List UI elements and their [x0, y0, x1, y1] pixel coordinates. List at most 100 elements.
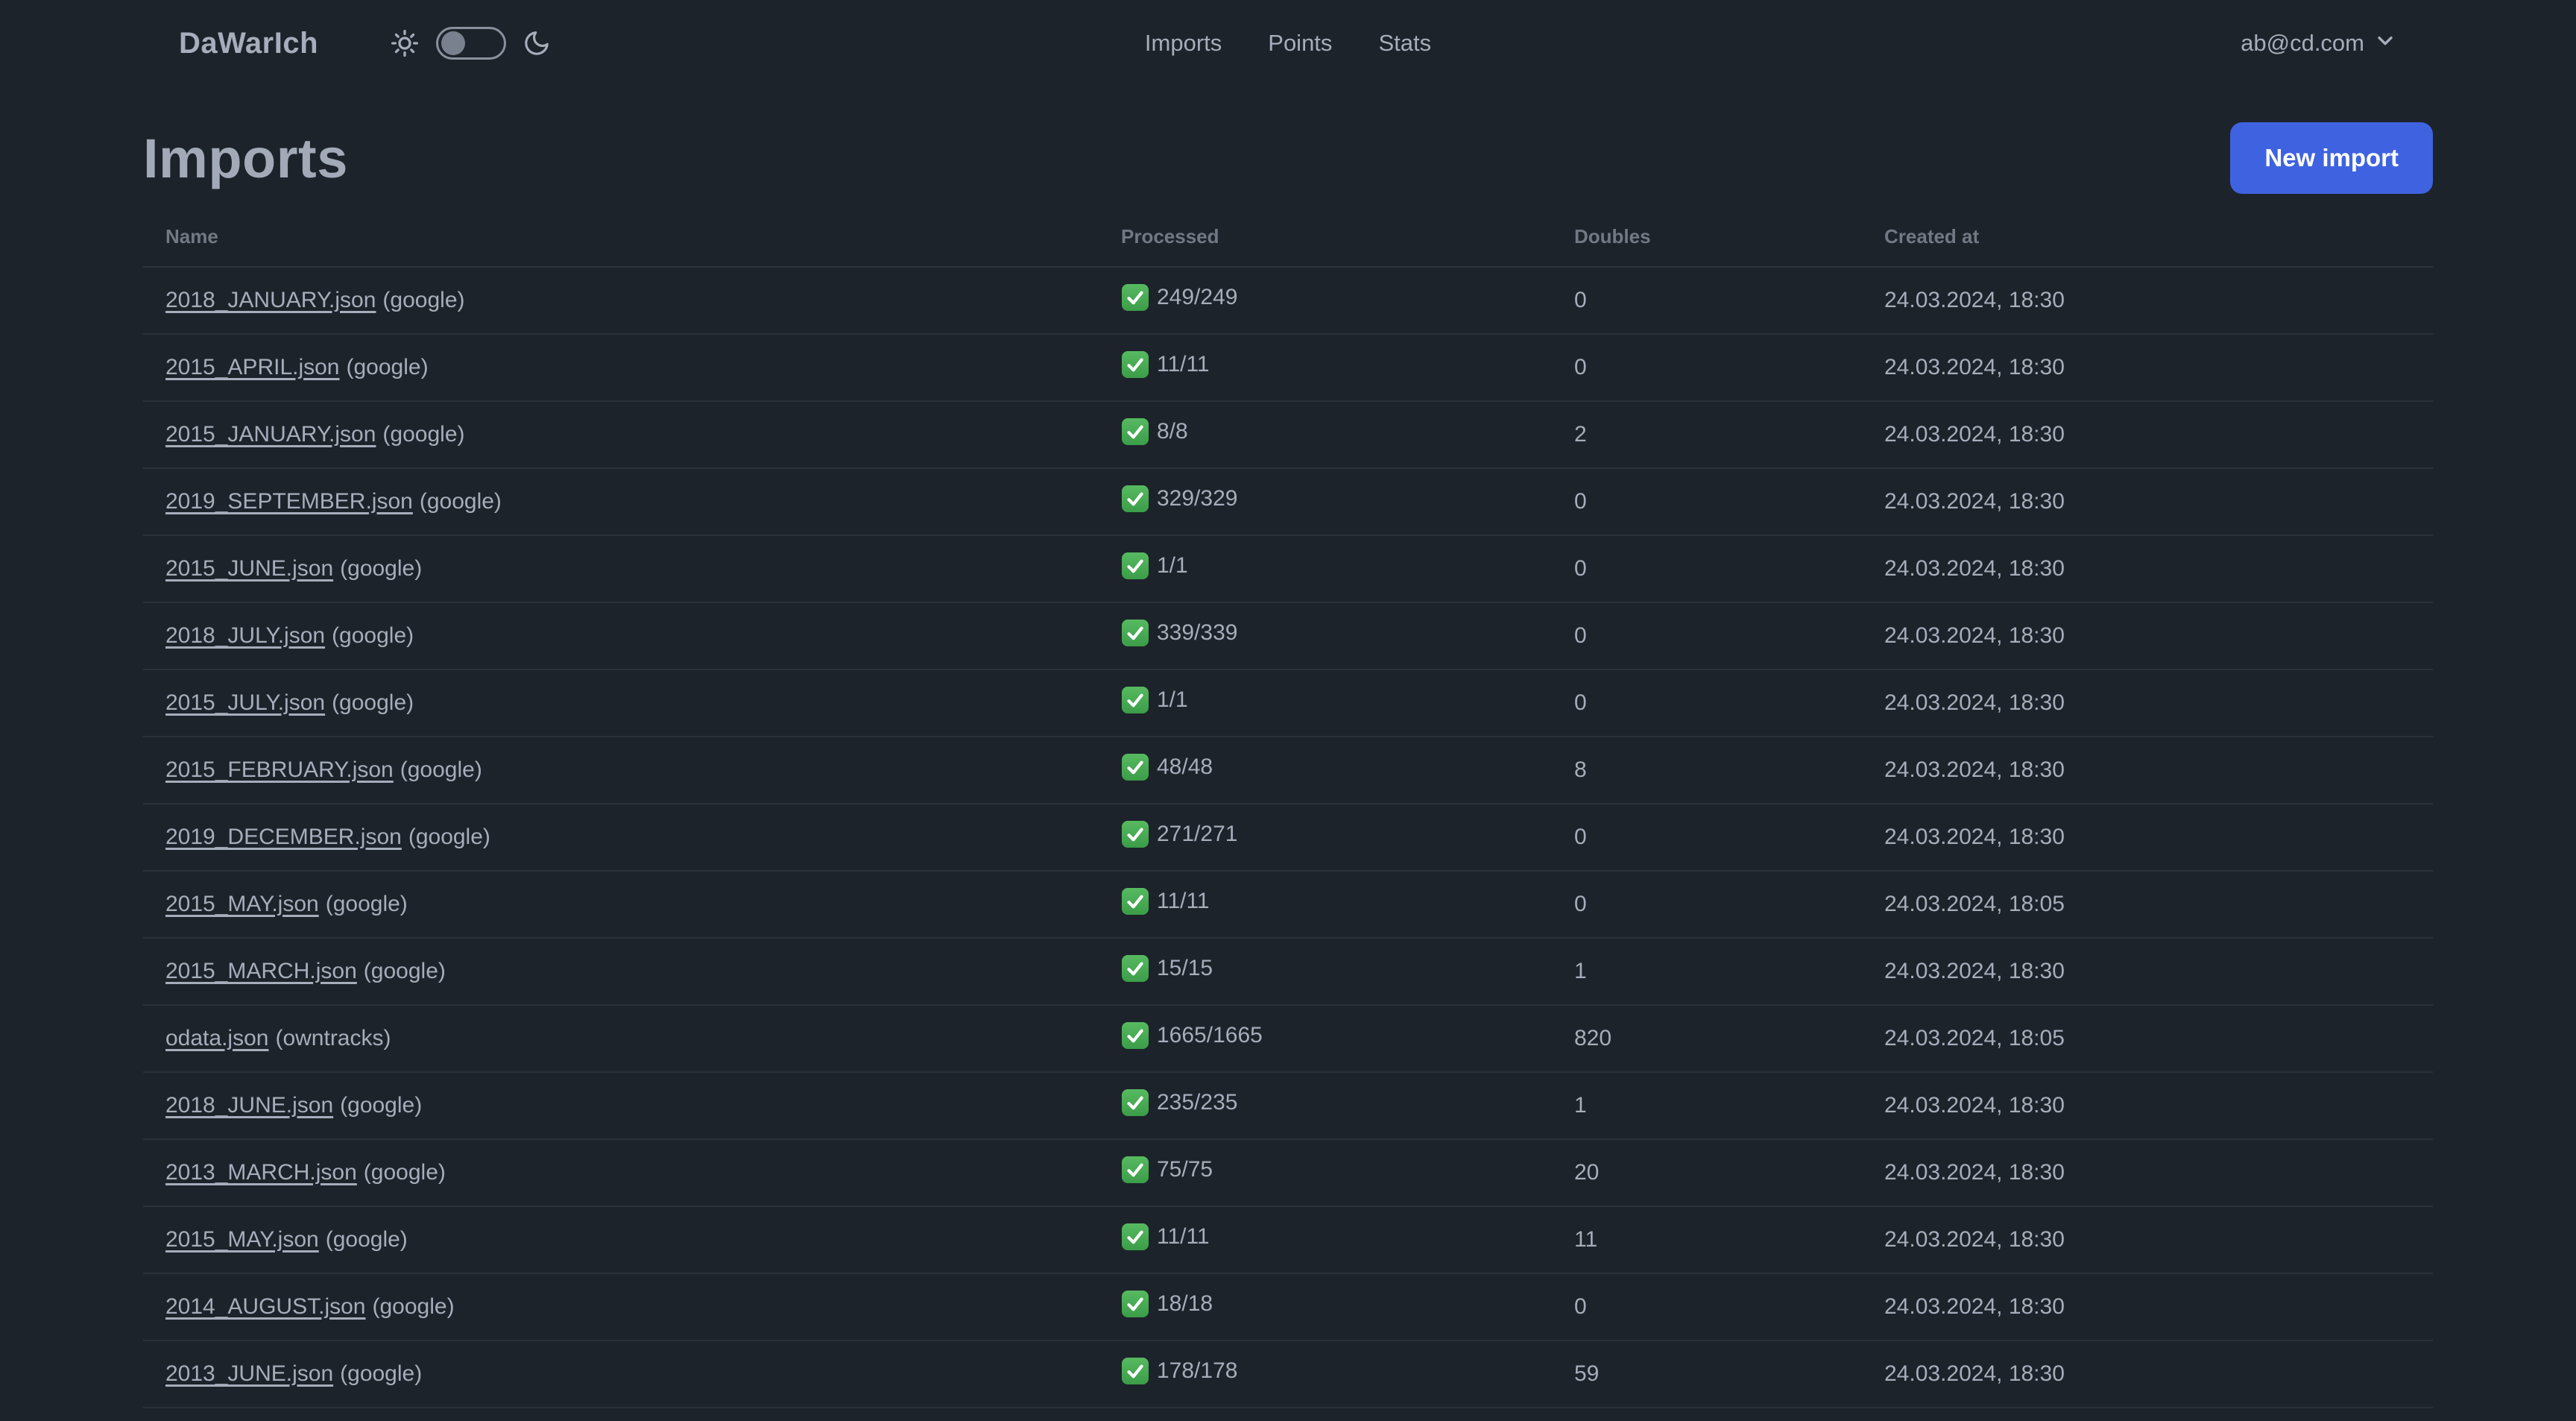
- cell-processed: 329/329: [1097, 468, 1550, 536]
- import-source: (google): [340, 1361, 423, 1386]
- import-file-link[interactable]: 2013_JUNE.json: [165, 1361, 333, 1386]
- cell-doubles: 0: [1550, 267, 1860, 335]
- import-source: (google): [332, 623, 414, 648]
- import-source: (google): [382, 288, 465, 312]
- cell-name: 2019_SEPTEMBER.json (google): [143, 468, 1097, 536]
- cell-doubles: 0: [1550, 669, 1860, 737]
- table-row: odata.json (owntracks) 1665/1665 820 24.0…: [143, 1005, 2433, 1073]
- check-mark-icon: [1122, 418, 1149, 445]
- import-file-link[interactable]: 2019_DECEMBER.json: [165, 825, 402, 849]
- processed-count: 271/271: [1157, 822, 1238, 846]
- import-file-link[interactable]: 2018_JULY.json: [165, 623, 325, 648]
- cell-name: 2015_FEBRUARY.json (google): [143, 737, 1097, 804]
- table-row: 2013_MARCH.json (google) 75/75 20 24.03.2…: [143, 1139, 2433, 1207]
- import-file-link[interactable]: 2018_JANUARY.json: [165, 288, 376, 312]
- cell-created-at: 24.03.2024, 18:30: [1860, 468, 2433, 536]
- import-source: (google): [419, 489, 502, 514]
- app-logo[interactable]: DaWarIch: [179, 27, 318, 60]
- theme-switch: [390, 27, 551, 60]
- processed-count: 329/329: [1157, 486, 1238, 511]
- table-row: 2015_JULY.json (google) 1/1 0 24.03.2024,…: [143, 669, 2433, 737]
- nav-link-stats[interactable]: Stats: [1378, 30, 1431, 57]
- cell-created-at: 24.03.2024, 18:05: [1860, 1005, 2433, 1073]
- cell-processed: 235/235: [1097, 1072, 1550, 1140]
- column-header-doubles: Doubles: [1550, 195, 1860, 268]
- import-file-link[interactable]: 2015_JUNE.json: [165, 556, 333, 581]
- cell-processed: 8/8: [1097, 401, 1550, 469]
- import-file-link[interactable]: 2015_FEBRUARY.json: [165, 757, 394, 782]
- nav-link-points[interactable]: Points: [1268, 30, 1332, 57]
- processed-count: 178/178: [1157, 1358, 1238, 1383]
- theme-toggle[interactable]: [436, 27, 507, 60]
- check-mark-icon: [1122, 1156, 1149, 1183]
- cell-doubles: 820: [1550, 1005, 1860, 1073]
- cell-processed: 271/271: [1097, 804, 1550, 872]
- column-header-processed: Processed: [1097, 195, 1550, 268]
- cell-created-at: 24.03.2024, 18:30: [1860, 1340, 2433, 1408]
- cell-name: 2013_JUNE.json (google): [143, 1340, 1097, 1408]
- cell-processed: 1/1: [1097, 669, 1550, 737]
- table-row: 2015_APRIL.json (google) 11/11 0 24.03.20…: [143, 334, 2433, 402]
- page-title: Imports: [143, 127, 348, 189]
- import-source: (google): [325, 1227, 408, 1252]
- nav-link-imports[interactable]: Imports: [1145, 30, 1222, 57]
- processed-count: 11/11: [1157, 1224, 1210, 1249]
- cell-processed: 18/18: [1097, 1273, 1550, 1341]
- import-file-link[interactable]: 2013_MARCH.json: [165, 1160, 357, 1185]
- processed-count: 11/11: [1157, 352, 1210, 376]
- chevron-down-icon: [2373, 28, 2397, 58]
- processed-count: 48/48: [1157, 754, 1213, 779]
- cell-processed: 1/1: [1097, 535, 1550, 603]
- moon-icon: [523, 29, 551, 57]
- import-file-link[interactable]: 2015_JANUARY.json: [165, 422, 376, 447]
- table-row: 2018_JUNE.json (google) 235/235 1 24.03.2…: [143, 1072, 2433, 1140]
- import-file-link[interactable]: odata.json: [165, 1026, 268, 1050]
- cell-doubles: 0: [1550, 602, 1860, 670]
- table-row: 2015_MARCH.json (google) 15/15 1 24.03.20…: [143, 938, 2433, 1006]
- import-file-link[interactable]: 2015_JULY.json: [165, 690, 325, 715]
- cell-created-at: 24.03.2024, 18:30: [1860, 737, 2433, 804]
- cell-name: 2018_JANUARY.json (google): [143, 267, 1097, 335]
- import-source: (google): [363, 959, 446, 983]
- import-source: (google): [340, 1093, 423, 1118]
- cell-created-at: 24.03.2024, 18:30: [1860, 938, 2433, 1006]
- check-mark-icon: [1122, 687, 1149, 713]
- cell-doubles: 8: [1550, 737, 1860, 804]
- cell-created-at: 24.03.2024, 18:30: [1860, 334, 2433, 402]
- cell-name: 2015_APRIL.json (google): [143, 334, 1097, 402]
- new-import-button[interactable]: New import: [2230, 122, 2433, 194]
- cell-doubles: 1: [1550, 1072, 1860, 1140]
- processed-count: 235/235: [1157, 1090, 1238, 1115]
- cell-name: 2013_MARCH.json (google): [143, 1139, 1097, 1207]
- table-row: 2015_JUNE.json (google) 1/1 0 24.03.2024,…: [143, 535, 2433, 603]
- cell-created-at: 24.03.2024, 18:05: [1860, 871, 2433, 939]
- check-mark-icon: [1122, 888, 1149, 915]
- cell-name: 2015_JULY.json (google): [143, 669, 1097, 737]
- column-header-created-at: Created at: [1860, 195, 2433, 268]
- import-file-link[interactable]: 2014_AUGUST.json: [165, 1294, 365, 1319]
- check-mark-icon: [1122, 620, 1149, 646]
- cell-name: 2015_MAY.json (google): [143, 871, 1097, 939]
- cell-processed: 178/178: [1097, 1340, 1550, 1408]
- cell-created-at: [1860, 1408, 2433, 1421]
- cell-name: [143, 1408, 1097, 1421]
- import-file-link[interactable]: 2015_APRIL.json: [165, 355, 340, 379]
- import-file-link[interactable]: 2015_MAY.json: [165, 892, 319, 916]
- table-header-row: Name Processed Doubles Created at: [143, 195, 2433, 268]
- check-mark-icon: [1122, 351, 1149, 378]
- processed-count: 75/75: [1157, 1157, 1213, 1182]
- cell-created-at: 24.03.2024, 18:30: [1860, 804, 2433, 872]
- cell-doubles: [1550, 1408, 1860, 1421]
- import-file-link[interactable]: 2015_MARCH.json: [165, 959, 357, 983]
- import-file-link[interactable]: 2015_MAY.json: [165, 1227, 319, 1252]
- processed-count: 339/339: [1157, 620, 1238, 645]
- user-menu[interactable]: ab@cd.com: [2241, 28, 2397, 58]
- cell-doubles: 0: [1550, 334, 1860, 402]
- import-source: (google): [382, 422, 465, 447]
- cell-doubles: 59: [1550, 1340, 1860, 1408]
- check-mark-icon: [1122, 1223, 1149, 1250]
- table-row: 2014_AUGUST.json (google) 18/18 0 24.03.2…: [143, 1273, 2433, 1341]
- import-file-link[interactable]: 2019_SEPTEMBER.json: [165, 489, 413, 514]
- import-source: (google): [372, 1294, 455, 1319]
- import-file-link[interactable]: 2018_JUNE.json: [165, 1093, 333, 1118]
